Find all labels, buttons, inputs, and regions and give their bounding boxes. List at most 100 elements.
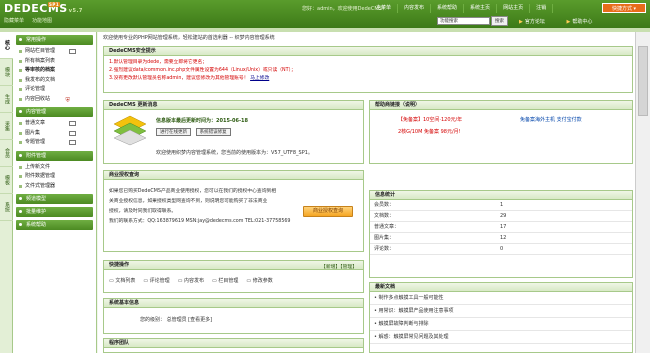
search-button[interactable]: 搜索 <box>491 16 508 26</box>
tab-system[interactable]: 系统 <box>0 194 13 221</box>
menu-item-recycle[interactable]: 内容回收站 ⛨ <box>13 95 96 105</box>
quick-menu-button[interactable]: 快捷方式 ▾ <box>602 3 646 13</box>
security-warnings: 1.默认管理目录为dede，需要立即将它更名； 2.强烈建议data/commo… <box>109 59 632 83</box>
arrow-icon: ▶ <box>566 19 571 25</box>
security-line-1: 1.默认管理目录为dede，需要立即将它更名； <box>109 60 208 65</box>
latest-title: 最新文档 <box>370 283 632 292</box>
quick-publish[interactable]: ▭ 内容发布 <box>178 277 204 284</box>
menu-group-attach[interactable]: 附件管理 <box>16 150 93 161</box>
help-center-link[interactable]: ▶ 帮助中心 <box>566 19 602 25</box>
tab-module[interactable]: 模块 <box>0 59 13 86</box>
security-box: DedeCMS安全提示 1.默认管理目录为dede，需要立即将它更名； 2.强烈… <box>103 46 633 93</box>
business-contact: 我们的联系方式：QQ:163879619 MSN:jay@dedecms.com… <box>109 219 291 224</box>
menu-item-articles[interactable]: 普通文章 <box>13 119 96 129</box>
shield-icon: ⛨ <box>65 96 70 104</box>
quick-params[interactable]: ▭ 修改参数 <box>246 277 272 284</box>
menu-group-content[interactable]: 内容管理 <box>16 107 93 117</box>
forum-link[interactable]: ▶ 官方论坛 <box>519 19 555 25</box>
mini-window-icon <box>69 130 76 136</box>
security-line-3: 3.没有更改默认管理员名称admin，建议您修改为其他管理账号！ 马上修改 <box>109 76 270 81</box>
menu-item-all-docs[interactable]: 所有档案列表 <box>13 57 96 67</box>
tab-collect[interactable]: 采集 <box>0 113 13 140</box>
quick-comments[interactable]: ▭ 评论管理 <box>143 277 169 284</box>
nav-main-menu[interactable]: 主菜单 <box>370 4 399 13</box>
update-buttons: 进行在线更新 系统错误修复 <box>156 128 234 136</box>
online-update-button[interactable]: 进行在线更新 <box>156 128 191 136</box>
tab-member[interactable]: 会员 <box>0 140 13 167</box>
menu-item-pending[interactable]: 等审核的档案 <box>13 66 96 76</box>
business-line-2: 关商业授权信息，如果授权类型网查询不到，则说明您可能购买了非法商业 <box>109 199 268 204</box>
comment-icon: ▭ <box>143 278 149 284</box>
menu-item-my-docs[interactable]: 我发布的文档 <box>13 76 96 86</box>
tab-core[interactable]: 核心 <box>0 32 13 59</box>
menu-item-file-manager[interactable]: 文件式管理器 <box>13 182 96 192</box>
nav-publish[interactable]: 内容发布 <box>398 4 432 13</box>
menu-item-columns[interactable]: 网站栏目管理 <box>13 47 96 57</box>
business-query-button[interactable]: 商业授权查询 <box>303 206 353 217</box>
menu-item-topics[interactable]: 专题管理 <box>13 138 96 148</box>
business-title: 商业授权查询 <box>104 171 363 180</box>
right-links: ▶ 官方论坛 ▶ 帮助中心 <box>519 18 612 25</box>
menu-item-comments[interactable]: 评论管理 <box>13 85 96 95</box>
menu-item-upload[interactable]: 上传新文件 <box>13 163 96 173</box>
nav-logout[interactable]: 注销 <box>530 4 554 13</box>
business-text: 如果您已购买DedeCMS产品商业使用授权，您可以在我们的授权中心查询到相 关商… <box>109 187 299 227</box>
publish-icon: ▭ <box>177 278 183 284</box>
quick-columns[interactable]: ▭ 栏目管理 <box>212 277 238 284</box>
help-links-box: 帮助商链接（说明） 【免备案】10空间·120元/年 免备案海外主机 支付宝付款… <box>369 100 633 164</box>
business-box: 商业授权查询 如果您已购买DedeCMS产品商业使用授权，您可以在我们的授权中心… <box>103 170 364 252</box>
scrollbar-thumb[interactable] <box>638 46 648 116</box>
ad-link-1[interactable]: 【免备案】10空间·120元/年 <box>398 115 462 125</box>
ad-link-3[interactable]: 2核G/10M 免备案 98元/月! <box>398 127 461 137</box>
hide-menu-link[interactable]: 隐藏菜单 <box>4 18 24 24</box>
quick-ops-box: 快捷操作 【新增】【管理】 ▭ 文档列表 ▭ 评论管理 ▭ 内容发布 ▭ 栏目管… <box>103 260 364 293</box>
menu-group-batch[interactable]: 批量维护 <box>16 207 93 217</box>
help-title: 帮助商链接（说明） <box>370 101 632 110</box>
side-tabs: 核心 模块 生成 采集 会员 模板 系统 <box>0 32 13 353</box>
error-fix-button[interactable]: 系统错误修复 <box>195 128 231 136</box>
stat-row: 文档数： 29 <box>370 211 632 222</box>
security-line-2: 2.强烈建议data/common.inc.php文件属性设置为644（Linu… <box>109 68 296 73</box>
tab-template[interactable]: 模板 <box>0 167 13 194</box>
news-item[interactable]: • 触摸屏故障判断与排除 <box>370 318 632 331</box>
security-title: DedeCMS安全提示 <box>104 47 632 56</box>
breadcrumb: 欢迎使用专业的PHP网站管理系统，轻松建站的首选利器 -- 织梦内容管理系统 <box>103 35 275 41</box>
side-menu: 常用操作 网站栏目管理 所有档案列表 等审核的档案 我发布的文档 评论管理 内容… <box>13 32 97 353</box>
stat-row: 图片集： 12 <box>370 233 632 244</box>
layers-icon <box>113 115 147 146</box>
menu-group-help[interactable]: 系统帮助 <box>16 220 93 230</box>
ad-link-2[interactable]: 免备案海外主机 支付宝付款 <box>520 115 582 125</box>
main-nav: 主菜单 内容发布 系统帮助 系统主页 网站主页 注销 <box>370 4 554 13</box>
news-item[interactable]: • 制作多点触摸工具一般可能性 <box>370 292 632 305</box>
news-item[interactable]: • 用常识：触摸屏产品使用注意事项 <box>370 305 632 318</box>
nav-system-home[interactable]: 系统主页 <box>464 4 498 13</box>
business-line-3: 授权，请及时同我们取得联系。 <box>109 209 177 214</box>
stat-row: 评论数： 0 <box>370 244 632 255</box>
quick-doc-list[interactable]: ▭ 文档列表 <box>109 277 135 284</box>
settings-icon: ▭ <box>246 278 252 284</box>
version-info: 欢迎使用织梦内容管理系统，您当前的使用版本为：V57_UTF8_SP1。 <box>156 150 313 156</box>
menu-group-common[interactable]: 常用操作 <box>16 35 93 45</box>
column-icon: ▭ <box>212 278 217 284</box>
news-item[interactable]: • 解惑：触摸屏常见问题及其处理 <box>370 331 632 344</box>
fix-now-link[interactable]: 马上修改 <box>250 76 269 81</box>
menu-group-channel[interactable]: 频道模型 <box>16 194 93 204</box>
nav-site-home[interactable]: 网站主页 <box>497 4 531 13</box>
sysinfo-text: 您的级别： 总管理员 [查看更多] <box>140 317 213 323</box>
nav-help[interactable]: 系统帮助 <box>431 4 465 13</box>
scrollbar[interactable] <box>635 32 650 353</box>
update-box: DedeCMS 更新消息 信息版本最后更新时间为：2015-06-18 进行在线… <box>103 100 364 164</box>
menu-item-attach-data[interactable]: 附件数据管理 <box>13 172 96 182</box>
update-info: 信息版本最后更新时间为：2015-06-18 <box>156 118 248 124</box>
quick-ops-links[interactable]: 【新增】【管理】 <box>321 263 357 270</box>
quick-ops-items: ▭ 文档列表 ▭ 评论管理 ▭ 内容发布 ▭ 栏目管理 ▭ 修改参数 <box>109 277 273 284</box>
mini-window-icon <box>69 140 76 145</box>
tab-generate[interactable]: 生成 <box>0 86 13 113</box>
function-search-input[interactable]: 功能搜索 <box>437 17 490 25</box>
stat-row: 会员数： 1 <box>370 200 632 211</box>
function-map-link[interactable]: 功能地图 <box>32 18 52 24</box>
stat-row: 普通文章： 17 <box>370 222 632 233</box>
menu-item-images[interactable]: 图片集 <box>13 129 96 139</box>
business-line-1: 如果您已购买DedeCMS产品商业使用授权，您可以在我们的授权中心查询到相 <box>109 189 277 194</box>
sysinfo-title: 系统基本信息 <box>104 299 363 308</box>
